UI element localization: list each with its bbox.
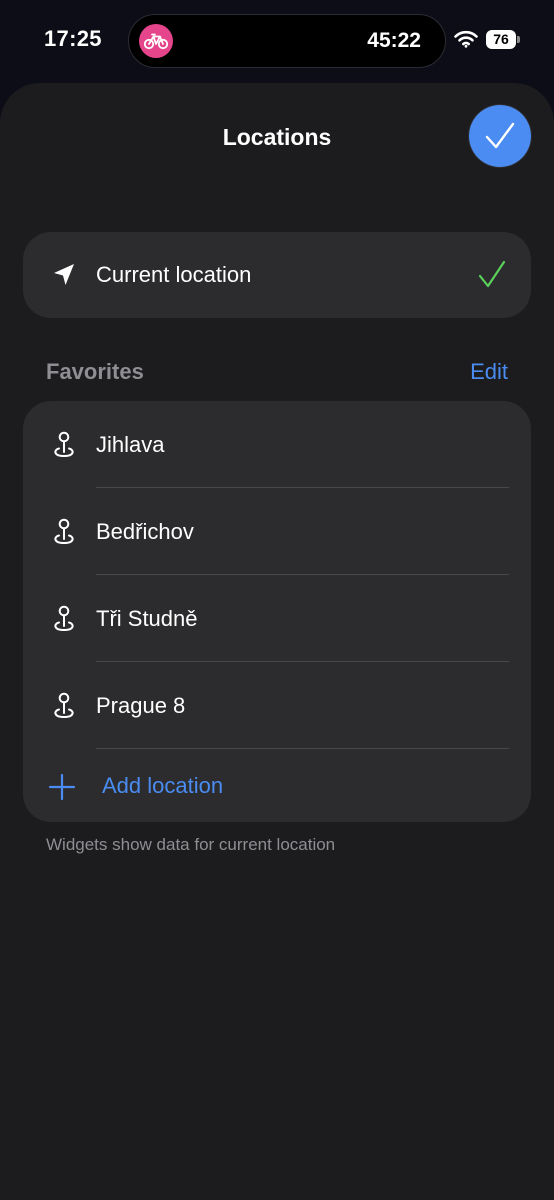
current-location-row[interactable]: Current location xyxy=(23,232,531,318)
battery-indicator: 76 xyxy=(486,30,516,49)
activity-timer: 45:22 xyxy=(367,29,421,52)
map-pin-icon xyxy=(51,518,77,551)
list-item[interactable]: Prague 8 xyxy=(23,662,531,749)
location-name: Jihlava xyxy=(96,432,165,457)
screen: 17:25 45:22 76 Locations Current locatio… xyxy=(0,0,554,1200)
widgets-footnote: Widgets show data for current location xyxy=(46,835,336,854)
map-pin-icon xyxy=(51,605,77,638)
battery-nub xyxy=(517,36,520,43)
locations-sheet: Locations Current location Favorites Edi… xyxy=(0,83,554,1200)
bicycle-icon xyxy=(139,24,173,58)
location-name: Tři Studně xyxy=(96,606,198,631)
plus-icon xyxy=(48,773,76,806)
wifi-icon xyxy=(454,30,478,53)
favorites-section-label: Favorites xyxy=(46,359,144,384)
selected-check-icon xyxy=(477,259,507,294)
add-location-label: Add location xyxy=(102,773,224,798)
location-name: Bedřichov xyxy=(96,519,194,544)
location-name: Prague 8 xyxy=(96,693,186,718)
list-item[interactable]: Bedřichov xyxy=(23,488,531,575)
checkmark-icon xyxy=(485,122,515,149)
location-arrow-icon xyxy=(51,262,77,293)
favorites-list: Jihlava Bedřichov Tři Studně Prague 8 Ad… xyxy=(23,401,531,822)
map-pin-icon xyxy=(51,692,77,725)
done-button[interactable] xyxy=(469,105,531,167)
edit-button[interactable]: Edit xyxy=(470,359,508,385)
add-location-button[interactable]: Add location xyxy=(23,749,531,822)
list-item[interactable]: Tři Studně xyxy=(23,575,531,662)
status-time: 17:25 xyxy=(44,26,102,51)
map-pin-icon xyxy=(51,431,77,464)
dynamic-island[interactable]: 45:22 xyxy=(128,14,446,68)
list-item[interactable]: Jihlava xyxy=(23,401,531,488)
current-location-label: Current location xyxy=(96,262,252,287)
